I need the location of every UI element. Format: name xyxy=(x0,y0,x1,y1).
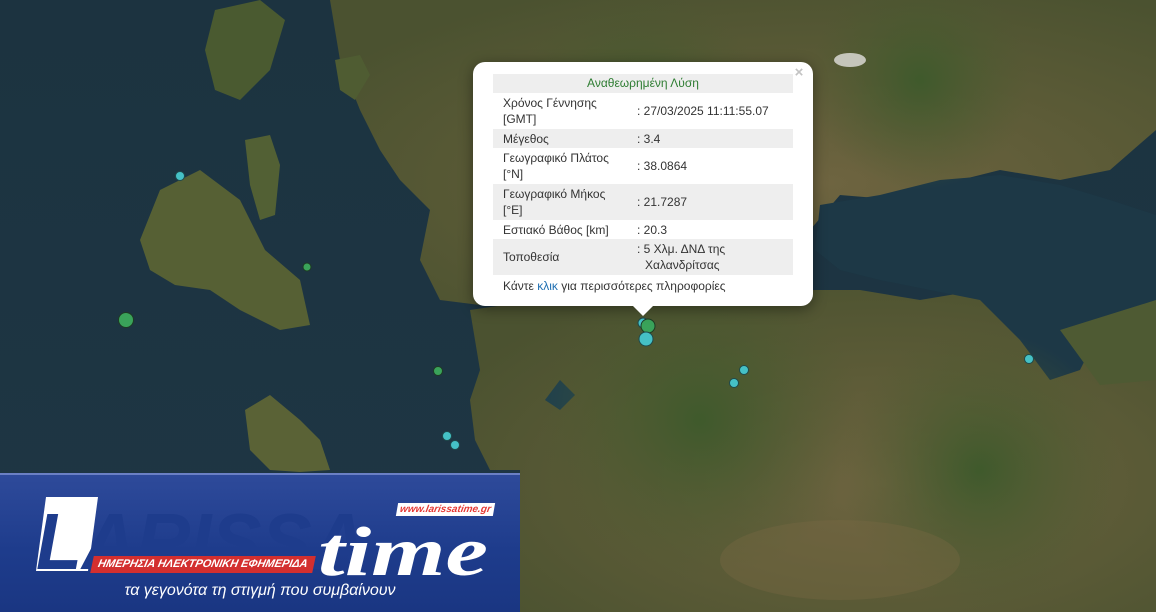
snow-patch xyxy=(834,53,866,67)
earthquake-info-popup: × Αναθεωρημένη Λύση Χρόνος Γέννησης [GMT… xyxy=(473,62,813,316)
row-label: Μέγεθος xyxy=(503,131,549,146)
earthquake-marker[interactable] xyxy=(433,366,443,376)
row-value: : 20.3 xyxy=(637,222,668,237)
terrain-light xyxy=(720,520,960,600)
earthquake-marker[interactable] xyxy=(442,431,452,441)
row-depth: Εστιακό Βάθος [km] : 20.3 xyxy=(493,220,793,239)
more-info-link[interactable]: κλικ xyxy=(537,279,558,293)
row-origin-time: Χρόνος Γέννησης [GMT] : 27/03/2025 11:11… xyxy=(493,93,793,129)
earthquake-marker[interactable] xyxy=(729,378,739,388)
row-magnitude: Μέγεθος : 3.4 xyxy=(493,129,793,148)
earthquake-marker[interactable] xyxy=(1024,354,1034,364)
row-value: : 3.4 xyxy=(637,131,661,146)
earthquake-marker[interactable] xyxy=(175,171,185,181)
close-icon[interactable]: × xyxy=(791,65,807,81)
earthquake-marker[interactable] xyxy=(450,440,460,450)
row-longitude: Γεωγραφικό Μήκος [°E] : 21.7287 xyxy=(493,184,793,220)
earthquake-marker[interactable] xyxy=(118,312,134,328)
row-value: : 27/03/2025 11:11:55.07 xyxy=(637,104,769,118)
row-label: Χρόνος Γέννησης [GMT] xyxy=(503,96,597,126)
more-info-line: Κάντε κλικ για περισσότερες πληροφορίες xyxy=(503,279,726,293)
larissatime-banner: LARISSA time www.larissatime.gr ΗΜΕΡΗΣΙΑ… xyxy=(0,473,520,612)
row-value: : 38.0864 xyxy=(637,159,688,173)
banner-subtitle: ΗΜΕΡΗΣΙΑ ΗΛΕΚΤΡΟΝΙΚΗ ΕΦΗΜΕΡΙΔΑ xyxy=(90,556,316,573)
row-label: Εστιακό Βάθος [km] xyxy=(503,222,609,237)
earthquake-marker[interactable] xyxy=(739,365,749,375)
logo-time: time xyxy=(318,514,488,591)
site-url[interactable]: www.larissatime.gr xyxy=(395,503,495,516)
earthquake-marker[interactable] xyxy=(302,262,312,272)
row-label: Γεωγραφικό Πλάτος [°N] xyxy=(503,151,609,181)
earthquake-marker[interactable] xyxy=(638,331,654,347)
row-latitude: Γεωγραφικό Πλάτος [°N] : 38.0864 xyxy=(493,148,793,184)
earthquake-marker-selected[interactable] xyxy=(640,318,656,334)
popup-title: Αναθεωρημένη Λύση xyxy=(493,74,793,93)
row-value: : 5 Χλμ. ΔΝΔ της Χαλανδρίτσας xyxy=(637,242,726,272)
row-label: Τοποθεσία xyxy=(503,250,560,264)
row-location: Τοποθεσία : 5 Χλμ. ΔΝΔ της Χαλανδρίτσας xyxy=(493,239,793,275)
row-value: : 21.7287 xyxy=(637,195,688,209)
row-label: Γεωγραφικό Μήκος [°E] xyxy=(503,187,606,217)
banner-tagline: τα γεγονότα τη στιγμή που συμβαίνουν xyxy=(124,582,396,599)
